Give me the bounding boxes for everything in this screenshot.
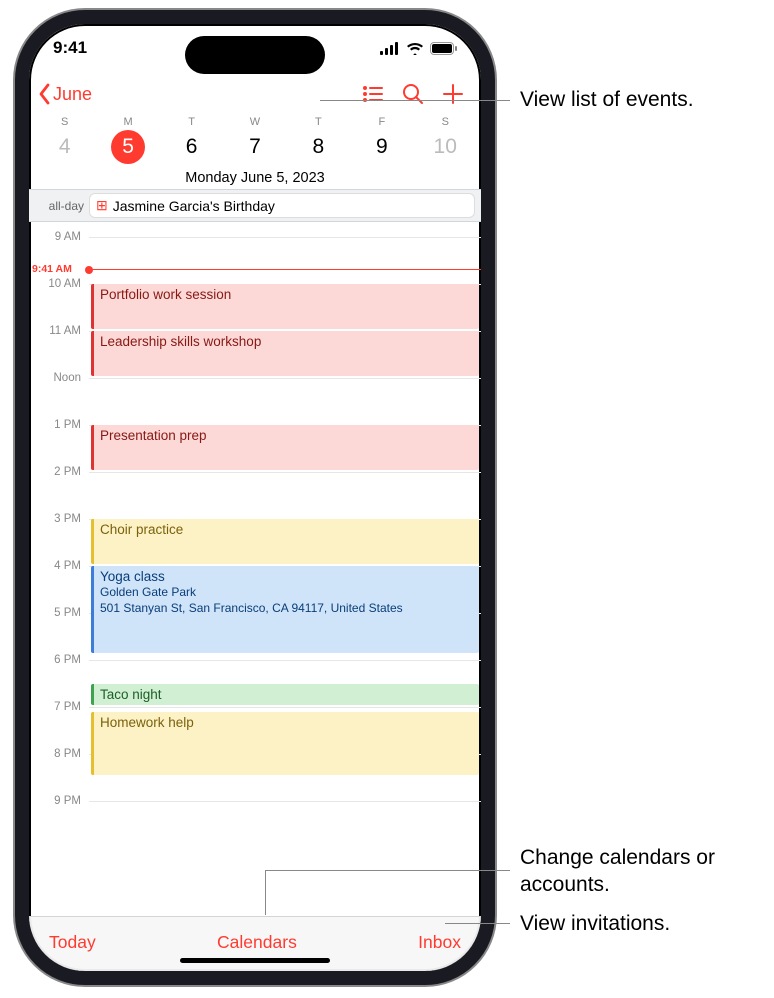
phone-frame: 9:41 June S4M5T6W7T8F9S10 Monday June 5,… <box>15 10 495 985</box>
event-title: Portfolio work session <box>100 287 473 302</box>
hour-line <box>89 801 481 802</box>
time-label: 9 AM <box>55 231 81 243</box>
event-title: Choir practice <box>100 522 473 537</box>
full-date: Monday June 5, 2023 <box>29 164 481 189</box>
day-column[interactable]: T8 <box>287 116 350 164</box>
list-view-button[interactable] <box>353 82 393 106</box>
calendar-event[interactable]: Taco night <box>91 684 479 706</box>
now-indicator <box>89 269 481 270</box>
calendar-event[interactable]: Portfolio work session <box>91 284 479 329</box>
day-column[interactable]: S4 <box>33 116 96 164</box>
time-label: 8 PM <box>54 748 81 760</box>
dynamic-island <box>185 36 325 74</box>
day-column[interactable]: T6 <box>160 116 223 164</box>
status-time: 9:41 <box>53 38 87 58</box>
time-label: 10 AM <box>48 278 81 290</box>
back-button[interactable]: June <box>37 83 92 105</box>
calendar-event[interactable]: Yoga classGolden Gate Park501 Stanyan St… <box>91 566 479 653</box>
day-number: 7 <box>238 130 272 164</box>
time-label: 5 PM <box>54 607 81 619</box>
all-day-title: Jasmine Garcia's Birthday <box>113 198 275 214</box>
battery-icon <box>430 42 457 55</box>
calendar-event[interactable]: Presentation prep <box>91 425 479 470</box>
time-label: 9 PM <box>54 795 81 807</box>
day-column[interactable]: S 10 <box>414 116 477 164</box>
time-label: 11 AM <box>49 325 81 337</box>
week-header: S4M5T6W7T8F9S10 <box>29 116 481 164</box>
hour-line <box>89 472 481 473</box>
callout-line <box>445 923 510 924</box>
home-indicator <box>180 958 330 963</box>
hour-line <box>89 707 481 708</box>
day-letter: W <box>250 116 260 128</box>
day-letter: T <box>315 116 322 128</box>
day-letter: M <box>124 116 133 128</box>
callout-list-events: View list of events. <box>520 86 694 113</box>
event-address: 501 Stanyan St, San Francisco, CA 94117,… <box>100 601 473 616</box>
list-icon <box>361 82 385 106</box>
time-label: 1 PM <box>54 419 81 431</box>
gift-icon: ⊞ <box>96 197 108 214</box>
callout-invitations: View invitations. <box>520 910 670 937</box>
calendar-event[interactable]: Leadership skills workshop <box>91 331 479 376</box>
callout-line <box>265 870 266 915</box>
back-label: June <box>53 84 92 105</box>
day-column[interactable]: W7 <box>223 116 286 164</box>
all-day-row: all-day ⊞ Jasmine Garcia's Birthday <box>29 189 481 222</box>
inbox-button[interactable]: Inbox <box>418 932 461 953</box>
callout-line <box>320 100 510 101</box>
day-letter: F <box>378 116 385 128</box>
add-button[interactable] <box>433 82 473 106</box>
event-title: Homework help <box>100 715 473 730</box>
status-indicators <box>380 42 457 55</box>
search-icon <box>401 82 425 106</box>
day-column[interactable]: M5 <box>96 116 159 164</box>
time-label: 6 PM <box>54 654 81 666</box>
day-number: 9 <box>365 130 399 164</box>
day-number: 4 <box>48 130 82 164</box>
event-title: Leadership skills workshop <box>100 334 473 349</box>
day-letter: S <box>442 116 449 128</box>
nav-bar: June <box>29 72 481 116</box>
time-label: 2 PM <box>54 466 81 478</box>
wifi-icon <box>406 42 424 55</box>
day-letter: S <box>61 116 68 128</box>
calendar-event[interactable]: Homework help <box>91 712 479 776</box>
event-title: Taco night <box>100 687 473 702</box>
day-number: 10 <box>428 130 462 164</box>
time-label: Noon <box>54 372 82 384</box>
day-number: 8 <box>301 130 335 164</box>
event-title: Yoga class <box>100 569 473 584</box>
now-label: 9:41 AM <box>32 263 72 275</box>
plus-icon <box>441 82 465 106</box>
search-button[interactable] <box>393 82 433 106</box>
chevron-left-icon <box>37 83 51 105</box>
time-label: 3 PM <box>54 513 81 525</box>
hour-line <box>89 378 481 379</box>
day-number: 6 <box>175 130 209 164</box>
schedule[interactable]: 9 AM 10 AM 11 AM Noon 1 PM 2 PM 3 PM 4 PM 5 PM 6 … <box>29 222 481 922</box>
time-label: 4 PM <box>54 560 81 572</box>
day-letter: T <box>188 116 195 128</box>
callout-line <box>265 870 510 871</box>
callout-change-calendars: Change calendars or accounts. <box>520 844 774 899</box>
calendar-event[interactable]: Choir practice <box>91 519 479 564</box>
day-column[interactable]: F9 <box>350 116 413 164</box>
hour-line <box>89 237 481 238</box>
event-title: Presentation prep <box>100 428 473 443</box>
cellular-icon <box>380 42 400 55</box>
event-location: Golden Gate Park <box>100 585 473 600</box>
calendars-button[interactable]: Calendars <box>217 932 297 953</box>
time-label: 7 PM <box>54 701 81 713</box>
day-number: 5 <box>111 130 145 164</box>
all-day-label: all-day <box>35 199 89 213</box>
all-day-event[interactable]: ⊞ Jasmine Garcia's Birthday <box>89 193 475 218</box>
today-button[interactable]: Today <box>49 932 96 953</box>
hour-line <box>89 660 481 661</box>
